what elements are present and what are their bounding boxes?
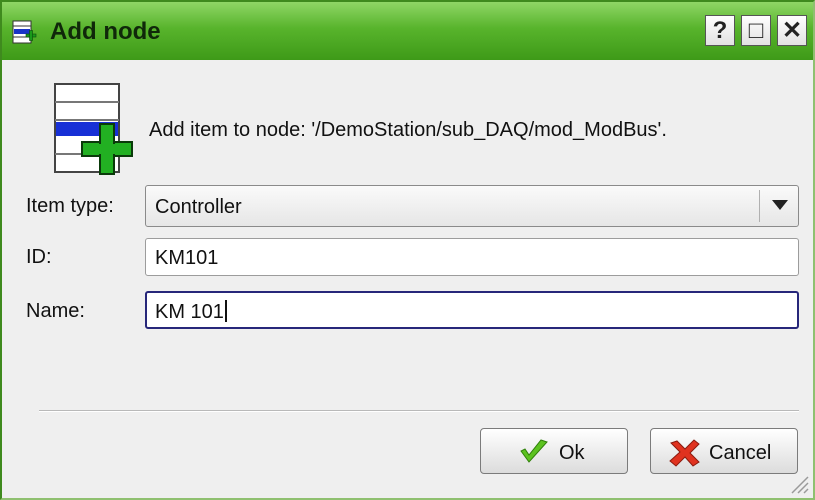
ok-button-label: Ok: [559, 442, 585, 464]
chevron-down-icon[interactable]: [772, 200, 788, 210]
maximize-icon: □: [748, 17, 764, 44]
add-node-large-icon: [54, 83, 133, 175]
button-divider: [39, 410, 799, 412]
cancel-button-label: Cancel: [709, 442, 772, 464]
ok-button[interactable]: Ok: [480, 428, 628, 474]
maximize-button[interactable]: □: [741, 15, 771, 46]
name-field-value: KM 101: [155, 301, 224, 323]
id-field-value: KM101: [155, 247, 219, 269]
resize-grip-icon[interactable]: [784, 469, 810, 495]
item-type-select[interactable]: Controller: [145, 185, 799, 227]
cancel-button[interactable]: Cancel: [650, 428, 798, 474]
name-label: Name:: [26, 300, 85, 322]
dialog-message: Add item to node: '/DemoStation/sub_DAQ/…: [149, 119, 667, 141]
item-type-value: Controller: [155, 196, 242, 218]
close-icon: ✕: [781, 17, 803, 44]
add-node-dialog: Add node ? □ ✕ Add item to node: '/DemoS…: [0, 0, 815, 500]
checkmark-icon: [520, 439, 548, 463]
text-caret: [224, 300, 227, 322]
combo-divider: [759, 190, 760, 222]
name-field[interactable]: KM 101: [145, 291, 799, 329]
close-button[interactable]: ✕: [777, 15, 807, 46]
window-title: Add node: [50, 18, 161, 45]
item-type-label: Item type:: [26, 195, 114, 217]
title-bar[interactable]: Add node ? □ ✕: [2, 2, 813, 60]
help-button[interactable]: ?: [705, 15, 735, 46]
id-label: ID:: [26, 246, 52, 268]
add-node-icon: [12, 20, 37, 44]
question-mark-icon: ?: [712, 17, 728, 44]
id-field[interactable]: KM101: [145, 238, 799, 276]
